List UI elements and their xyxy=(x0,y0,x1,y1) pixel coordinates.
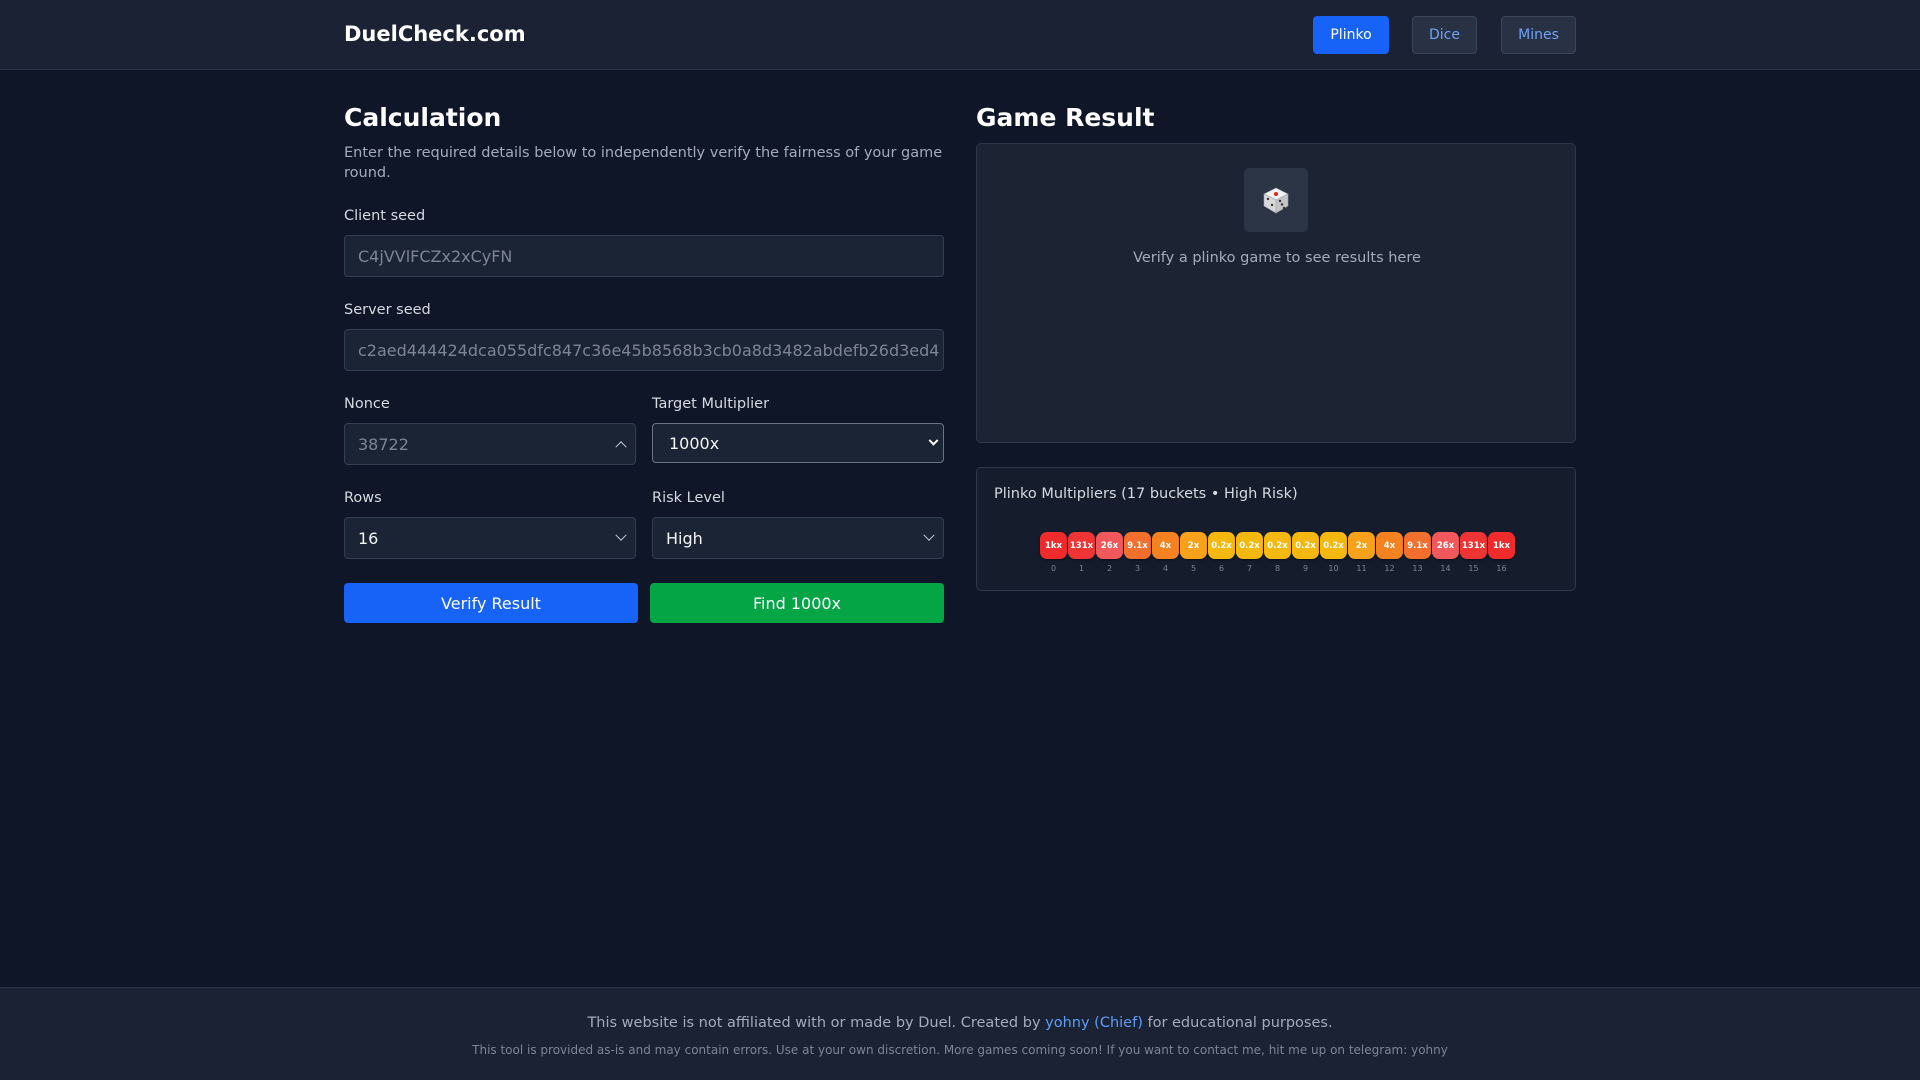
bucket-index: 14 xyxy=(1440,564,1451,573)
server-seed-placeholder: c2aed444424dca055dfc847c36e45b8568b3cb0a… xyxy=(358,340,940,360)
target-multiplier-value: 1000x xyxy=(669,433,720,453)
multiplier-bucket: 0.2x xyxy=(1292,532,1319,559)
chevron-down-icon xyxy=(928,435,939,446)
risk-level-label: Risk Level xyxy=(652,490,725,506)
bucket-index: 15 xyxy=(1468,564,1479,573)
game-result-hint: Verify a plinko game to see results here xyxy=(1133,250,1421,266)
multipliers-title: Plinko Multipliers (17 buckets • High Ri… xyxy=(994,486,1298,502)
footer-disclaimer: This website is not affiliated with or m… xyxy=(0,1015,1920,1031)
multiplier-bucket: 0.2x xyxy=(1264,532,1291,559)
server-seed-input[interactable]: c2aed444424dca055dfc847c36e45b8568b3cb0a… xyxy=(344,329,944,371)
nav-plinko-button[interactable]: Plinko xyxy=(1313,16,1389,54)
multiplier-bucket: 26x xyxy=(1096,532,1123,559)
chevron-down-icon xyxy=(923,529,935,541)
bucket-index: 1 xyxy=(1078,564,1085,573)
author-link[interactable]: yohny (Chief) xyxy=(1045,1015,1143,1031)
multiplier-bucket: 9.1x xyxy=(1124,532,1151,559)
nonce-input[interactable]: 38722 xyxy=(344,423,636,465)
multiplier-bucket: 1kx xyxy=(1040,532,1067,559)
calculation-title: Calculation xyxy=(344,103,502,132)
dice-icon xyxy=(1244,168,1308,232)
bucket-index: 5 xyxy=(1190,564,1197,573)
verify-result-button[interactable]: Verify Result xyxy=(344,583,638,623)
multiplier-buckets: 1kx 0 131x 1 26x 2 9.1x 3 4x 4 2x 5 0.2x 6 0.2x 7 0.2x 8 0… xyxy=(1040,532,1520,577)
nav-mines-button[interactable]: Mines xyxy=(1501,16,1576,54)
rows-value: 16 xyxy=(358,528,379,548)
bucket-index: 6 xyxy=(1218,564,1225,573)
multiplier-bucket: 2x xyxy=(1180,532,1207,559)
bucket-index: 11 xyxy=(1356,564,1367,573)
bucket-index: 7 xyxy=(1246,564,1253,573)
client-seed-input[interactable]: C4jVVlFCZx2xCyFN xyxy=(344,235,944,277)
multiplier-bucket: 131x xyxy=(1068,532,1095,559)
bucket-index: 10 xyxy=(1328,564,1339,573)
risk-level-select[interactable]: High xyxy=(652,517,944,559)
find-multiplier-button[interactable]: Find 1000x xyxy=(650,583,944,623)
client-seed-placeholder: C4jVVlFCZx2xCyFN xyxy=(358,246,513,266)
multiplier-bucket: 4x xyxy=(1152,532,1179,559)
multiplier-bucket: 0.2x xyxy=(1236,532,1263,559)
multiplier-bucket: 0.2x xyxy=(1320,532,1347,559)
nonce-label: Nonce xyxy=(344,396,390,412)
multiplier-bucket: 131x xyxy=(1460,532,1487,559)
client-seed-label: Client seed xyxy=(344,208,426,224)
nav-dice-button[interactable]: Dice xyxy=(1412,16,1477,54)
footer-note: This tool is provided as-is and may cont… xyxy=(472,1043,1448,1057)
footer: This website is not affiliated with or m… xyxy=(0,987,1920,1080)
bucket-index: 13 xyxy=(1412,564,1423,573)
top-bar: DuelCheck.com Plinko Dice Mines xyxy=(0,0,1920,70)
multiplier-bucket: 9.1x xyxy=(1404,532,1431,559)
nonce-placeholder: 38722 xyxy=(358,434,409,454)
bucket-index: 0 xyxy=(1050,564,1057,573)
bucket-index: 4 xyxy=(1162,564,1169,573)
target-multiplier-select[interactable]: 1000x xyxy=(652,423,944,463)
multiplier-bucket: 1kx xyxy=(1488,532,1515,559)
multiplier-bucket: 0.2x xyxy=(1208,532,1235,559)
chevron-down-icon xyxy=(615,529,627,541)
game-result-panel: Verify a plinko game to see results here xyxy=(976,143,1576,443)
multiplier-bucket: 4x xyxy=(1376,532,1403,559)
bucket-index: 16 xyxy=(1496,564,1507,573)
risk-level-value: High xyxy=(666,528,703,548)
server-seed-label: Server seed xyxy=(344,302,431,318)
bucket-index: 9 xyxy=(1302,564,1309,573)
game-result-title: Game Result xyxy=(976,103,1155,132)
rows-select[interactable]: 16 xyxy=(344,517,636,559)
rows-label: Rows xyxy=(344,490,382,506)
footer-text-before: This website is not affiliated with or m… xyxy=(587,1015,1046,1031)
multiplier-bucket: 26x xyxy=(1432,532,1459,559)
multiplier-bucket: 2x xyxy=(1348,532,1375,559)
bucket-index: 8 xyxy=(1274,564,1281,573)
nonce-stepper[interactable] xyxy=(615,424,627,464)
site-logo[interactable]: DuelCheck.com xyxy=(344,22,526,46)
chevron-up-icon xyxy=(615,441,627,453)
bucket-index: 12 xyxy=(1384,564,1395,573)
footer-text-after: for educational purposes. xyxy=(1142,1015,1333,1031)
multipliers-panel: Plinko Multipliers (17 buckets • High Ri… xyxy=(976,467,1576,591)
calculation-intro: Enter the required details below to inde… xyxy=(344,145,943,181)
target-multiplier-label: Target Multiplier xyxy=(652,396,770,412)
bucket-index: 3 xyxy=(1134,564,1141,573)
bucket-index: 2 xyxy=(1106,564,1113,573)
